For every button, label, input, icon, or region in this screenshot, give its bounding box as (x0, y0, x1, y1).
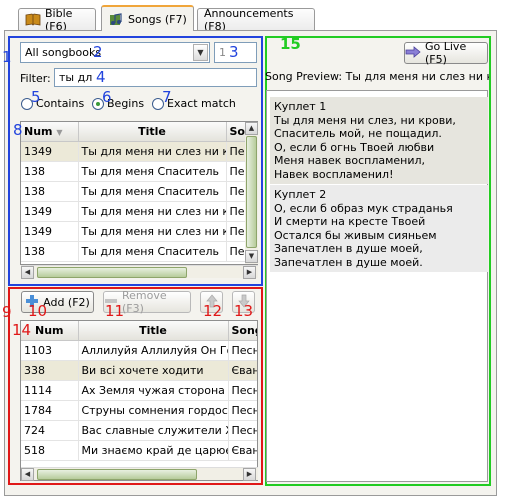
verse-line: Ты для меня ни слез, ни крови, (274, 113, 456, 127)
scroll-left-icon[interactable]: ◀ (21, 266, 34, 279)
verse-line: О, если б образ мук страданья (274, 201, 453, 215)
annotation-8: 8 (13, 121, 23, 139)
verse-name: Куплет 2 (274, 188, 327, 201)
schedule-hscroll-thumb[interactable] (37, 469, 197, 480)
schedule-row[interactable]: 1114Ах Земля чужая сторонаПеснь (21, 380, 257, 401)
remove-button-label: Remove (F3) (122, 289, 167, 315)
schedule-hscrollbar[interactable]: ◀ ▶ (21, 467, 258, 481)
results-hscroll-thumb[interactable] (37, 267, 187, 278)
radio-begins-label: Begins (107, 97, 145, 110)
verse-line: Запечатлен в душе моей, (274, 242, 423, 255)
schedule-grid: Num Title Song 1103Аллилуйя Аллилуйя Он … (20, 320, 258, 481)
schedule-col-title[interactable]: Title (78, 321, 229, 341)
annotation-7: 7 (162, 88, 172, 106)
verse-line: Остался бы живым сияньем (274, 228, 437, 242)
verse-name: Куплет 1 (274, 100, 327, 113)
verse-block[interactable]: Куплет 2 О, если б образ мук страданья И… (270, 185, 488, 272)
annotation-1: 1 (2, 48, 12, 66)
verse-block[interactable]: Куплет 1 Ты для меня ни слез, ни крови, … (270, 97, 488, 184)
annotation-12: 12 (203, 302, 223, 320)
results-col-num[interactable]: Num ▼ (21, 122, 79, 142)
results-header: Num ▼ Title So (21, 122, 257, 142)
results-row[interactable]: 138 Ты для меня Спаситель Пе (21, 161, 257, 182)
songbook-select-value: All songbooks (25, 46, 102, 59)
verse-line: И смерти на кресте Твоей (274, 215, 426, 228)
scroll-down-icon[interactable]: ▼ (245, 250, 258, 263)
schedule-col-songbook[interactable]: Song (228, 321, 257, 341)
song-preview-pane: Куплет 1 Ты для меня ни слез, ни крови, … (266, 90, 488, 482)
schedule-row[interactable]: 1784Струны сомнения гордост...Песнь (21, 400, 257, 421)
annotation-6: 6 (102, 88, 112, 106)
annotation-2: 2 (93, 43, 103, 61)
annotation-10: 10 (28, 302, 48, 320)
scroll-right-icon[interactable]: ▶ (243, 468, 256, 481)
tab-announcements[interactable]: Announcements (F8) (197, 6, 315, 33)
scroll-left-icon[interactable]: ◀ (21, 468, 34, 481)
chevron-down-icon[interactable]: ▼ (193, 44, 208, 61)
tab-announcements-label: Announcements (F8) (204, 6, 294, 33)
tab-bible-label: Bible (F6) (45, 6, 73, 33)
filter-input[interactable]: ты дл (54, 68, 257, 87)
verse-line: Запечатлен в душе моей. (274, 255, 423, 269)
verse-line: Спаситель мой, не пощадил. (274, 127, 442, 140)
schedule-row[interactable]: 518Ми знаємо край де царює ...Єванг (21, 440, 257, 461)
annotation-9: 9 (2, 303, 12, 321)
results-row[interactable]: 138 Ты для меня Спаситель Пе (21, 181, 257, 202)
tab-songs[interactable]: Songs (F7) (101, 5, 194, 31)
radio-contains-label: Contains (36, 97, 85, 110)
sort-desc-icon: ▼ (56, 127, 63, 137)
results-row[interactable]: 1349Ты для меня ни слез ни кр...Пе (21, 141, 257, 162)
music-notes-icon (108, 12, 124, 26)
add-button-label: Add (F2) (43, 295, 90, 309)
annotation-5: 5 (31, 88, 41, 106)
radio-begins[interactable]: Begins (92, 97, 144, 110)
book-icon (25, 13, 41, 26)
annotation-14: 14 (12, 321, 32, 339)
filter-label: Filter: (20, 72, 51, 85)
tab-bible[interactable]: Bible (F6) (18, 6, 96, 33)
tab-bar: Bible (F6) Songs (F7) Announcements (F8) (0, 0, 505, 33)
arrow-right-icon (405, 45, 421, 61)
annotation-4: 4 (96, 68, 106, 86)
preview-title: Song Preview: Ты для меня ни слез ни кро… (265, 70, 489, 83)
annotation-13: 13 (234, 302, 254, 320)
results-vscrollbar[interactable]: ▲ ▼ (245, 122, 258, 264)
schedule-row[interactable]: 1103Аллилуйя Аллилуйя Он Го...Песнь (21, 340, 257, 361)
schedule-header: Num Title Song (21, 321, 257, 341)
go-live-button[interactable]: Go Live (F5) (404, 40, 488, 66)
annotation-15: 15 (280, 35, 301, 53)
songbook-select[interactable]: All songbooks ▼ (20, 42, 210, 63)
go-live-button-label: Go Live (F5) (425, 40, 467, 66)
scroll-up-icon[interactable]: ▲ (245, 122, 258, 135)
annotation-3: 3 (229, 43, 239, 61)
verse-line: Меня навек воспламенил, (274, 154, 426, 167)
scroll-right-icon[interactable]: ▶ (243, 266, 256, 279)
results-row[interactable]: 1349Ты для меня ни слез ни кр...Пе (21, 221, 257, 242)
schedule-row[interactable]: 338Ви всі хочете ходитиЄванг (21, 360, 257, 381)
filter-input-value: ты дл (59, 71, 93, 84)
results-grid: Num ▼ Title So 1349 Ты для меня ни слез н… (20, 121, 258, 265)
results-row[interactable]: 138 Ты для меня Спаситель Пе (21, 241, 257, 262)
results-row[interactable]: 1349Ты для меня ни слез ни кр...Пе (21, 201, 257, 222)
schedule-row[interactable]: 724Вас славные служители Х...Песнь (21, 420, 257, 441)
results-col-title[interactable]: Title (78, 122, 227, 142)
results-vscroll-thumb[interactable] (246, 136, 257, 248)
tab-songs-label: Songs (F7) (128, 12, 187, 26)
songbook-spin-value: 1 (219, 46, 226, 59)
verse-line: О, если б огнь Твоей любви (274, 140, 435, 154)
annotation-11: 11 (105, 302, 125, 320)
radio-exact-label: Exact match (167, 97, 236, 110)
verse-line: Навек воспламенил! (274, 167, 394, 181)
results-hscrollbar[interactable]: ◀ ▶ (21, 265, 258, 279)
